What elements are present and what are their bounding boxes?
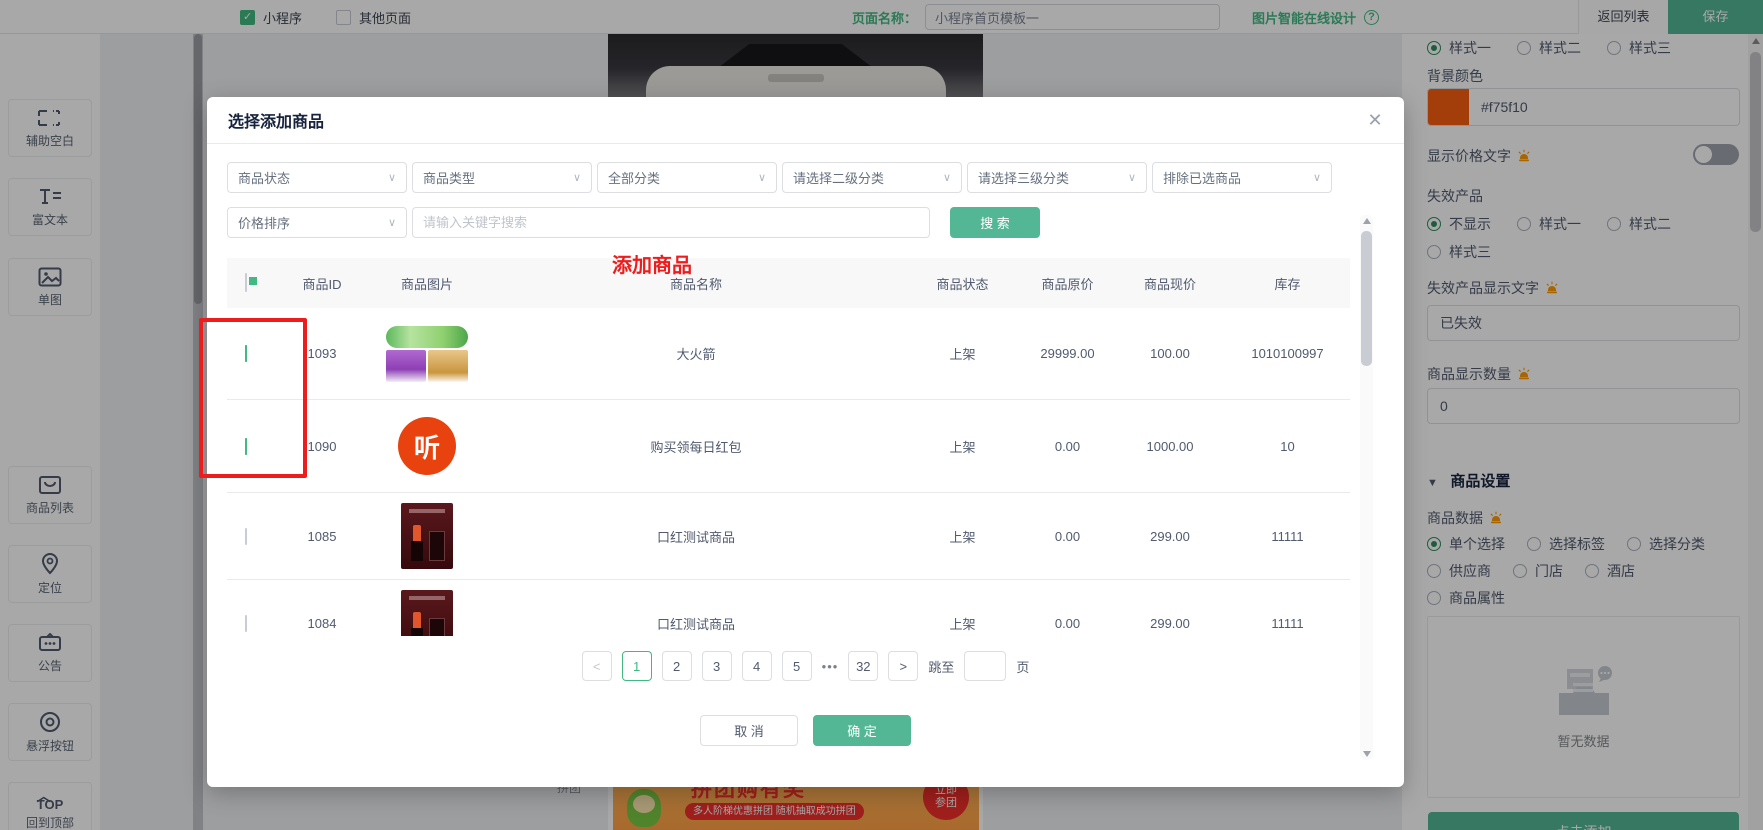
table-header-row: 商品ID 商品图片 商品名称 商品状态 商品原价 商品现价 库存 <box>227 258 1350 308</box>
annotation-add-product-text: 添加商品 <box>612 249 692 278</box>
exclude-selected-select[interactable]: 排除已选商品∨ <box>1152 162 1332 193</box>
select-product-dialog: 选择添加商品 ✕ 商品状态∨ 商品类型∨ 全部分类∨ 请选择二级分类∨ 请选择三… <box>207 97 1404 787</box>
pagination: < 1 2 3 4 5 ••• 32 > 跳至 页 <box>227 650 1384 682</box>
select-all-checkbox[interactable] <box>245 273 247 292</box>
subcategory-select[interactable]: 请选择二级分类∨ <box>782 162 962 193</box>
jump-to-label: 跳至 <box>928 657 954 676</box>
page-button-1[interactable]: 1 <box>622 651 652 681</box>
chevron-down-icon: ∨ <box>388 216 396 229</box>
page-button-5[interactable]: 5 <box>782 651 812 681</box>
page-button-2[interactable]: 2 <box>662 651 692 681</box>
table-row: 1090 听 购买领每日红包 上架 0.00 1000.00 10 <box>227 400 1350 493</box>
third-category-select[interactable]: 请选择三级分类∨ <box>967 162 1147 193</box>
row-checkbox[interactable] <box>245 615 247 632</box>
chevron-down-icon: ∨ <box>943 171 951 184</box>
product-image <box>401 503 453 569</box>
dialog-title: 选择添加商品 <box>228 108 324 132</box>
chevron-down-icon: ∨ <box>573 171 581 184</box>
pagination-ellipsis[interactable]: ••• <box>822 659 839 674</box>
product-image <box>386 326 468 382</box>
page-button-32[interactable]: 32 <box>848 651 878 681</box>
chevron-down-icon: ∨ <box>1128 171 1136 184</box>
prev-page-button[interactable]: < <box>582 651 612 681</box>
page-unit-label: 页 <box>1016 657 1029 676</box>
search-button[interactable]: 搜 索 <box>950 207 1040 238</box>
table-scrollbar-thumb[interactable] <box>1361 231 1372 366</box>
cancel-button[interactable]: 取 消 <box>700 715 798 746</box>
product-image <box>401 590 453 636</box>
chevron-down-icon: ∨ <box>1313 171 1321 184</box>
dialog-header: 选择添加商品 ✕ <box>207 97 1404 144</box>
product-status-select[interactable]: 商品状态∨ <box>227 162 407 193</box>
filter-row: 商品状态∨ 商品类型∨ 全部分类∨ 请选择二级分类∨ 请选择三级分类∨ 排除已选… <box>227 162 1384 193</box>
product-type-select[interactable]: 商品类型∨ <box>412 162 592 193</box>
scroll-down-arrow-icon[interactable] <box>1363 751 1371 757</box>
table-row: 1084 口红测试商品 上架 0.00 299.00 11111 <box>227 580 1350 636</box>
price-sort-select[interactable]: 价格排序∨ <box>227 207 407 238</box>
page-button-3[interactable]: 3 <box>702 651 732 681</box>
row-checkbox[interactable] <box>245 528 247 545</box>
table-row: 1085 口红测试商品 上架 0.00 299.00 11111 <box>227 493 1350 580</box>
table-row: 1093 大火箭 上架 29999.00 100.00 1010100997 <box>227 308 1350 400</box>
page-button-4[interactable]: 4 <box>742 651 772 681</box>
next-page-button[interactable]: > <box>888 651 918 681</box>
close-icon[interactable]: ✕ <box>1364 109 1386 131</box>
chevron-down-icon: ∨ <box>758 171 766 184</box>
table-scrollbar[interactable] <box>1360 215 1373 760</box>
annotation-highlight-rect <box>199 318 307 478</box>
scroll-up-arrow-icon[interactable] <box>1363 218 1371 224</box>
product-image: 听 <box>398 417 456 475</box>
page: 小程序 其他页面 页面名称： 图片智能在线设计 ? 返回列表 保存 辅助空白 富… <box>0 0 1763 830</box>
jump-page-input[interactable] <box>964 651 1006 681</box>
keyword-search-input[interactable] <box>412 207 930 238</box>
chevron-down-icon: ∨ <box>388 171 396 184</box>
product-table: 商品ID 商品图片 商品名称 商品状态 商品原价 商品现价 库存 1093 大火… <box>227 258 1350 636</box>
category-select[interactable]: 全部分类∨ <box>597 162 777 193</box>
confirm-button[interactable]: 确 定 <box>813 715 911 746</box>
